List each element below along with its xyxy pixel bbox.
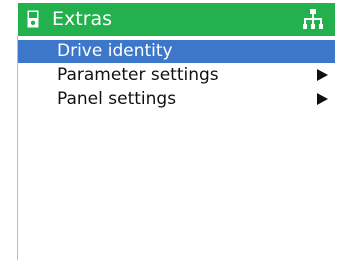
menu-list: Drive identity Parameter settings Panel … [18, 40, 335, 112]
menu-item-drive-identity[interactable]: Drive identity [18, 40, 335, 63]
menu-item-label: Drive identity [57, 41, 173, 61]
device-icon [27, 10, 39, 28]
page-title: Extras [52, 8, 113, 30]
panel-screen: Extras Drive identity Parameter settings… [0, 0, 353, 260]
menu-item-panel-settings[interactable]: Panel settings [18, 88, 335, 111]
play-arrow-icon [317, 69, 328, 81]
play-arrow-icon [317, 93, 328, 105]
network-hierarchy-icon [303, 9, 323, 29]
menu-item-label: Parameter settings [57, 65, 219, 85]
menu-item-label: Panel settings [57, 89, 177, 109]
menu-item-parameter-settings[interactable]: Parameter settings [18, 64, 335, 87]
screen-header: Extras [18, 3, 335, 36]
